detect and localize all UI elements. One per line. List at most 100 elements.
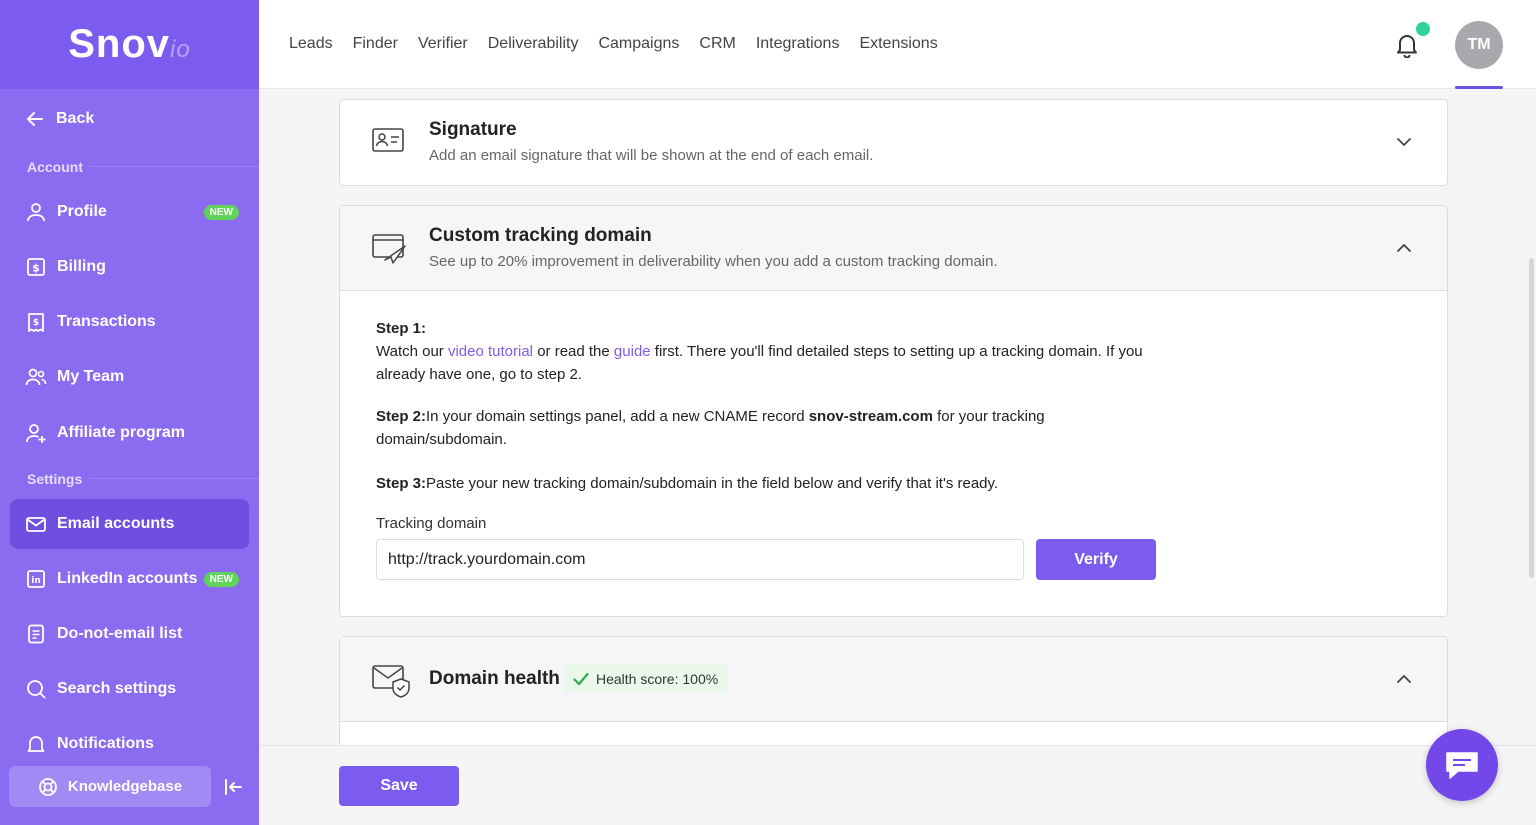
sidebar-item-linkedin-accounts[interactable]: in LinkedIn accounts NEW xyxy=(10,554,249,604)
svg-text:in: in xyxy=(31,576,41,586)
domain-health-title: Domain health xyxy=(429,668,560,689)
chevron-down-icon[interactable] xyxy=(1395,133,1413,151)
health-score-badge: Health score: 100% xyxy=(564,664,728,693)
nav-link-campaigns[interactable]: Campaigns xyxy=(598,35,679,53)
dollar-icon: $ xyxy=(27,258,45,276)
settings-section-label: Settings xyxy=(27,471,83,487)
signature-title: Signature xyxy=(429,119,517,140)
mail-icon xyxy=(26,517,46,532)
chevron-up-icon[interactable] xyxy=(1395,239,1413,257)
domain-health-card: Domain health Health score: 100% xyxy=(339,636,1448,756)
avatar[interactable]: TM xyxy=(1455,21,1503,69)
linkedin-icon: in xyxy=(27,570,45,588)
sidebar-item-transactions[interactable]: $ Transactions xyxy=(10,297,249,347)
guide-link[interactable]: guide xyxy=(614,343,651,360)
notification-dot xyxy=(1416,22,1430,36)
list-icon xyxy=(28,624,44,644)
logo[interactable]: Snovio xyxy=(68,22,190,67)
chevron-up-icon[interactable] xyxy=(1395,670,1413,688)
back-link[interactable]: Back xyxy=(26,110,94,128)
new-badge: NEW xyxy=(203,571,239,587)
step-3: Step 3:Paste your new tracking domain/su… xyxy=(376,472,1156,495)
sidebar-item-label: Do-not-email list xyxy=(57,625,183,642)
sidebar-item-email-accounts[interactable]: Email accounts xyxy=(10,499,249,549)
sidebar: Snovio Back Account Profile NEW $ Billin… xyxy=(0,0,259,825)
step-2: Step 2:In your domain settings panel, ad… xyxy=(376,405,1076,451)
back-label: Back xyxy=(56,110,95,127)
chat-icon xyxy=(1446,752,1478,779)
sidebar-item-search-settings[interactable]: Search settings xyxy=(10,664,249,714)
tracking-domain-subtitle: See up to 20% improvement in deliverabil… xyxy=(429,253,998,270)
step-3-label: Step 3: xyxy=(376,475,427,492)
sidebar-item-label: Search settings xyxy=(57,680,177,697)
svg-text:$: $ xyxy=(33,318,39,328)
cname-domain: snov-stream.com xyxy=(808,408,933,425)
nav-link-extensions[interactable]: Extensions xyxy=(859,35,937,53)
user-plus-icon xyxy=(26,424,46,443)
chat-widget-button[interactable] xyxy=(1426,729,1498,801)
id-card-icon xyxy=(372,128,404,152)
video-tutorial-link[interactable]: video tutorial xyxy=(448,343,533,360)
sidebar-item-label: Billing xyxy=(57,258,106,275)
step-1: Step 1: Watch our video tutorial or read… xyxy=(376,317,1156,386)
nav-link-leads[interactable]: Leads xyxy=(289,35,333,53)
lifebuoy-icon xyxy=(38,777,57,796)
search-icon xyxy=(27,680,46,699)
nav-link-integrations[interactable]: Integrations xyxy=(756,35,840,53)
sidebar-item-label: Profile xyxy=(57,203,107,220)
sidebar-item-billing[interactable]: $ Billing xyxy=(10,242,249,292)
tracking-domain-label: Tracking domain xyxy=(376,515,487,532)
tracking-domain-header[interactable]: Custom tracking domain See up to 20% imp… xyxy=(340,206,1447,291)
step-1-label: Step 1: xyxy=(376,320,427,337)
sidebar-item-label: LinkedIn accounts xyxy=(57,570,198,587)
scrollbar[interactable] xyxy=(1529,258,1534,578)
notification-bell-icon[interactable] xyxy=(1396,32,1418,58)
top-bar: Leads Finder Verifier Deliverability Cam… xyxy=(259,0,1536,89)
collapse-sidebar-icon[interactable] xyxy=(222,776,244,798)
knowledgebase-label: Knowledgebase xyxy=(67,778,183,795)
bell-icon xyxy=(27,736,45,752)
avatar-active-indicator xyxy=(1455,86,1503,89)
nav-link-finder[interactable]: Finder xyxy=(353,35,398,53)
nav-link-crm[interactable]: CRM xyxy=(699,35,735,53)
tracking-domain-input[interactable] xyxy=(376,539,1024,580)
step-2-text: In your domain settings panel, add a new… xyxy=(426,408,809,425)
receipt-icon: $ xyxy=(28,313,44,332)
sidebar-item-notifications[interactable]: Notifications xyxy=(10,719,249,769)
step-2-label: Step 2: xyxy=(376,408,427,425)
account-section-label: Account xyxy=(27,159,83,175)
sidebar-item-label: Email accounts xyxy=(57,515,175,532)
svg-text:$: $ xyxy=(32,262,40,275)
sidebar-item-label: Affiliate program xyxy=(57,424,186,441)
tracking-domain-card: Custom tracking domain See up to 20% imp… xyxy=(339,205,1448,617)
mail-shield-icon xyxy=(372,665,410,698)
signature-header[interactable]: Signature Add an email signature that wi… xyxy=(340,100,1447,185)
send-mail-icon xyxy=(372,234,406,264)
step-3-text: Paste your new tracking domain/subdomain… xyxy=(426,475,999,492)
nav-link-verifier[interactable]: Verifier xyxy=(418,35,468,53)
nav-link-deliverability[interactable]: Deliverability xyxy=(488,35,579,53)
step-1-text: Watch our xyxy=(376,343,448,360)
verify-button[interactable]: Verify xyxy=(1036,539,1156,580)
check-icon xyxy=(573,672,589,685)
sidebar-item-label: Transactions xyxy=(57,313,156,330)
team-icon xyxy=(25,368,47,386)
logo-area: Snovio xyxy=(0,0,259,89)
tracking-domain-title: Custom tracking domain xyxy=(429,225,652,246)
step-1-text: or read the xyxy=(533,343,614,360)
sidebar-item-affiliate[interactable]: Affiliate program xyxy=(10,408,249,458)
sidebar-item-label: My Team xyxy=(57,368,125,385)
save-button[interactable]: Save xyxy=(339,766,459,806)
domain-health-header[interactable]: Domain health Health score: 100% xyxy=(340,637,1447,722)
signature-subtitle: Add an email signature that will be show… xyxy=(429,147,874,164)
sidebar-item-profile[interactable]: Profile NEW xyxy=(10,187,249,237)
sidebar-item-my-team[interactable]: My Team xyxy=(10,352,249,402)
sidebar-item-do-not-email[interactable]: Do-not-email list xyxy=(10,609,249,659)
top-nav: Leads Finder Verifier Deliverability Cam… xyxy=(289,35,958,53)
health-score-text: Health score: 100% xyxy=(596,670,719,687)
user-icon xyxy=(27,203,45,222)
knowledgebase-button[interactable]: Knowledgebase xyxy=(9,766,211,807)
signature-card: Signature Add an email signature that wi… xyxy=(339,99,1448,186)
divider xyxy=(90,478,259,479)
arrow-left-icon xyxy=(27,112,43,126)
